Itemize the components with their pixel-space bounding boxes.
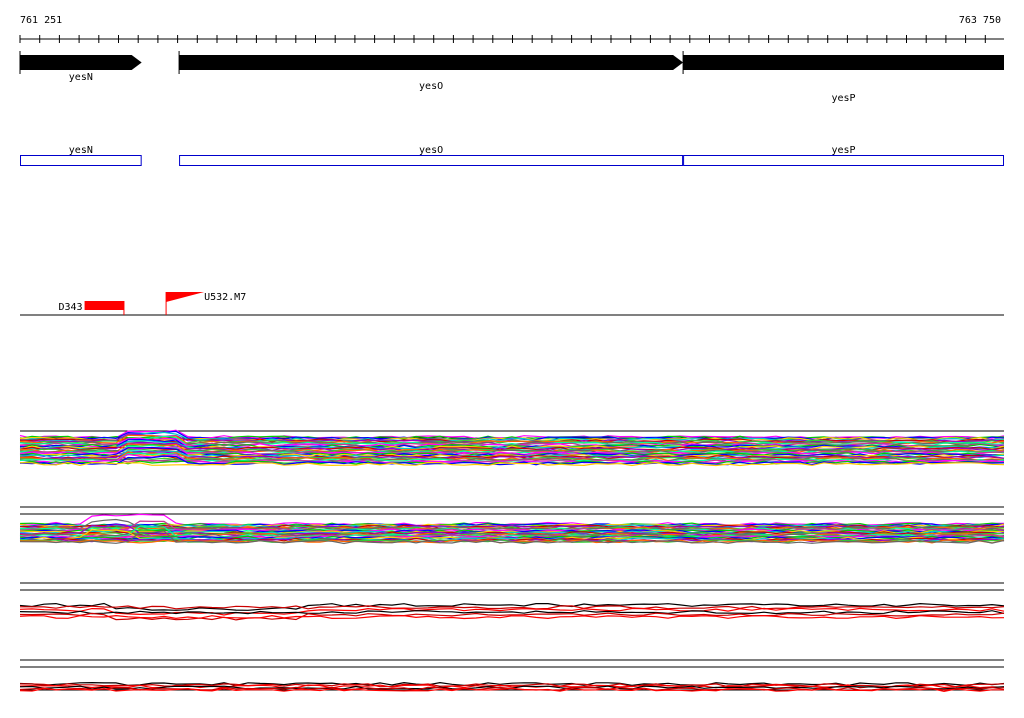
ruler-start-label: 761 251 [20,15,62,26]
gene-box-track: yesN yesO yesP [20,145,1004,166]
gene-arrow-label-yesn: yesN [69,72,93,83]
gene-arrow-yesn[interactable] [20,55,142,70]
coverage-track-4 [19,659,1005,693]
feature-label-d343: D343 [58,302,82,313]
gene-box-yeso[interactable] [179,155,684,166]
feature-flag-u532[interactable] [166,292,205,302]
feature-block-d343[interactable] [84,301,124,310]
gene-box-label-yeso: yesO [419,145,443,156]
gene-arrow-label-yeso: yesO [419,81,443,92]
coverage-track-3 [19,582,1005,661]
gene-arrow-track: yesN yesO yesP [19,51,1004,104]
genome-browser-view: 761 251 763 750 yesN yesO yesP yesN yesO… [0,0,1024,714]
feature-track: D343 U532.M7 [20,292,1004,316]
coverage-track-1 [19,429,1005,508]
genome-track-canvas: 761 251 763 750 yesN yesO yesP yesN yesO… [19,15,1005,693]
coverage-track-2 [19,506,1005,584]
coverage-series-line [19,610,1005,615]
gene-box-yesp[interactable] [683,155,1004,166]
ruler-end-label: 763 750 [959,15,1001,26]
gene-box-yesn[interactable] [20,155,142,166]
gene-arrow-label-yesp: yesP [831,93,855,104]
feature-label-u532: U532.M7 [204,292,246,303]
coordinate-ruler: 761 251 763 750 [19,15,1004,43]
gene-arrow-yeso[interactable] [179,55,684,70]
gene-box-label-yesp: yesP [831,145,855,156]
gene-box-label-yesn: yesN [69,145,93,156]
gene-arrow-yesp[interactable] [683,55,1004,70]
